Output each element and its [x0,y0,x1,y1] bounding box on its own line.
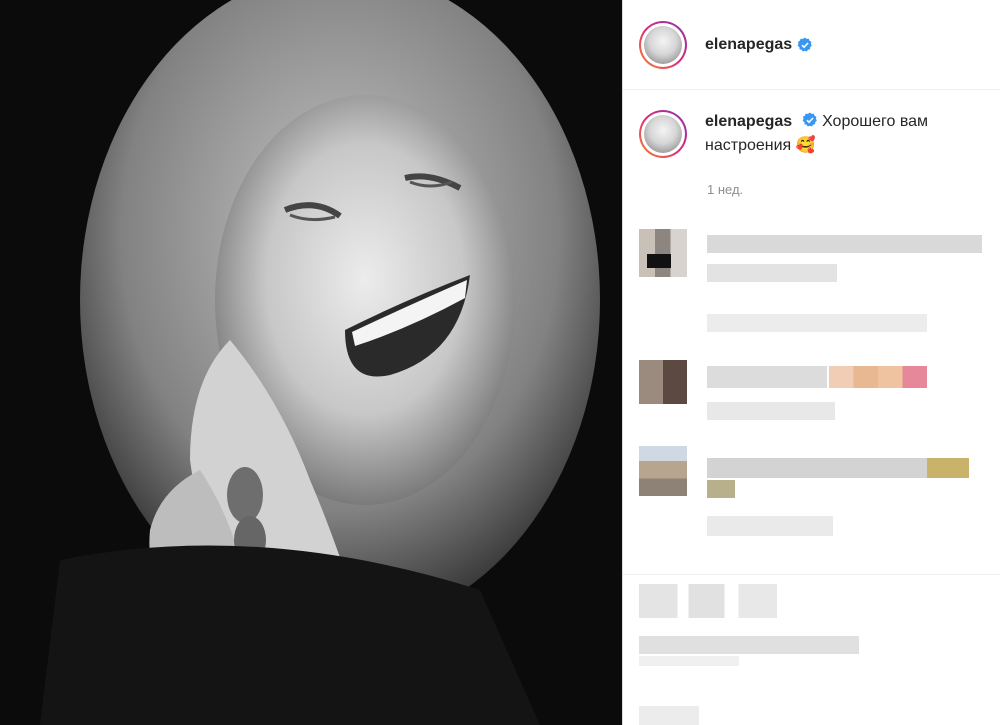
avatar-image [644,25,682,64]
comment-input-pixelated[interactable] [639,706,699,725]
comment-meta-pixelated [707,402,835,420]
post-timestamp[interactable]: 1 нед. [707,182,743,197]
comment-text-pixelated [707,458,932,478]
post-header: elenapegas [623,0,1000,90]
caption-avatar[interactable] [639,110,687,158]
post-side-panel: elenapegas elenapegas Хорошего вам настр… [623,0,1000,725]
caption-body: elenapegas Хорошего вам настроения 🥰 [705,110,975,158]
action-icons-pixelated[interactable] [639,584,777,618]
comment-emoji-pixelated [707,480,735,498]
comment-text-pixelated [707,366,827,388]
photo-illustration [0,0,622,725]
comment-avatar-pixelated [639,360,687,404]
comment-emoji-pixelated [829,366,927,388]
post-caption: elenapegas Хорошего вам настроения 🥰 [639,110,984,158]
comment-text-pixelated [707,264,837,282]
date-pixelated [639,656,739,666]
comment-text-pixelated [707,235,982,253]
comment-avatar-pixelated [639,446,687,496]
caption-avatar-image [644,115,682,153]
post-photo[interactable] [0,0,622,725]
comment-avatar-dark [647,254,671,268]
header-username[interactable]: elenapegas [705,36,792,54]
comments-divider [623,574,1000,575]
comment-avatar-pixelated [639,229,687,277]
comment-meta-pixelated [707,516,833,536]
comment-meta-pixelated [707,314,927,332]
likes-pixelated [639,636,859,654]
verified-badge-icon [797,37,812,51]
caption-username[interactable]: elenapegas [705,113,792,130]
caption-avatar-frame [641,112,685,156]
comment-emoji-pixelated [927,458,969,478]
profile-avatar[interactable] [639,20,687,69]
avatar-frame [641,22,685,67]
verified-badge-icon [802,112,817,127]
